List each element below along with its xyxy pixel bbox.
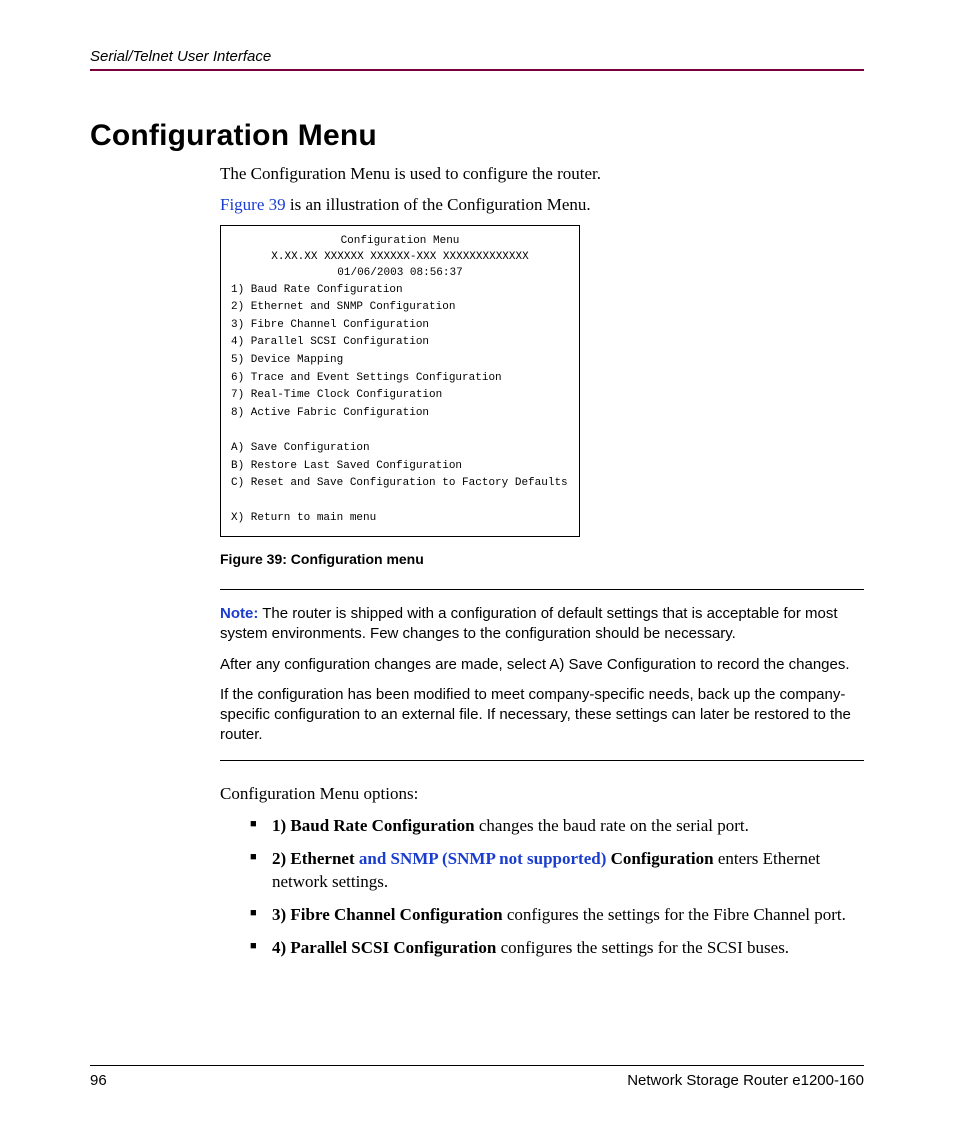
note-paragraph-3: If the configuration has been modified t… bbox=[220, 685, 864, 746]
option-label: 1) Baud Rate Configuration bbox=[272, 816, 475, 835]
list-item: 2) Ethernet and SNMP (SNMP not supported… bbox=[250, 848, 864, 894]
terminal-menu-box: Configuration Menu X.XX.XX XXXXXX XXXXXX… bbox=[220, 225, 580, 537]
option-label-part2: Configuration bbox=[611, 849, 714, 868]
option-desc: configures the settings for the SCSI bus… bbox=[496, 938, 789, 957]
note-text-1: The router is shipped with a configurati… bbox=[220, 605, 838, 642]
note-paragraph-1: Note: The router is shipped with a confi… bbox=[220, 604, 864, 645]
option-snmp-note: and SNMP (SNMP not supported) bbox=[359, 849, 611, 868]
option-label-part1: 2) Ethernet bbox=[272, 849, 359, 868]
note-block: Note: The router is shipped with a confi… bbox=[220, 589, 864, 761]
list-item: 4) Parallel SCSI Configuration configure… bbox=[250, 937, 864, 960]
section-heading: Configuration Menu bbox=[90, 119, 864, 153]
intro-paragraph-2: Figure 39 is an illustration of the Conf… bbox=[220, 194, 864, 217]
list-item: 1) Baud Rate Configuration changes the b… bbox=[250, 815, 864, 838]
intro-text-rest: is an illustration of the Configuration … bbox=[286, 195, 591, 214]
options-list: 1) Baud Rate Configuration changes the b… bbox=[250, 815, 864, 960]
footer-doc-title: Network Storage Router e1200-160 bbox=[627, 1072, 864, 1089]
menu-title-line2: X.XX.XX XXXXXX XXXXXX-XXX XXXXXXXXXXXXX bbox=[231, 250, 569, 266]
page-footer: 96 Network Storage Router e1200-160 bbox=[90, 1065, 864, 1089]
options-intro: Configuration Menu options: bbox=[220, 783, 864, 806]
page-number: 96 bbox=[90, 1072, 107, 1089]
body-content: The Configuration Menu is used to config… bbox=[220, 163, 864, 960]
figure-reference-link[interactable]: Figure 39 bbox=[220, 195, 286, 214]
list-item: 3) Fibre Channel Configuration configure… bbox=[250, 904, 864, 927]
menu-title-line1: Configuration Menu bbox=[231, 234, 569, 250]
running-header: Serial/Telnet User Interface bbox=[90, 48, 864, 71]
option-desc: configures the settings for the Fibre Ch… bbox=[503, 905, 846, 924]
note-label: Note: bbox=[220, 605, 258, 622]
option-label: 3) Fibre Channel Configuration bbox=[272, 905, 503, 924]
figure-caption: Figure 39: Configuration menu bbox=[220, 551, 864, 567]
note-paragraph-2: After any configuration changes are made… bbox=[220, 655, 864, 675]
intro-paragraph-1: The Configuration Menu is used to config… bbox=[220, 163, 864, 186]
option-desc: changes the baud rate on the serial port… bbox=[475, 816, 749, 835]
menu-items: 1) Baud Rate Configuration 2) Ethernet a… bbox=[231, 282, 569, 528]
page-container: Serial/Telnet User Interface Configurati… bbox=[0, 0, 954, 1145]
menu-title-line3: 01/06/2003 08:56:37 bbox=[231, 266, 569, 282]
option-label: 4) Parallel SCSI Configuration bbox=[272, 938, 496, 957]
